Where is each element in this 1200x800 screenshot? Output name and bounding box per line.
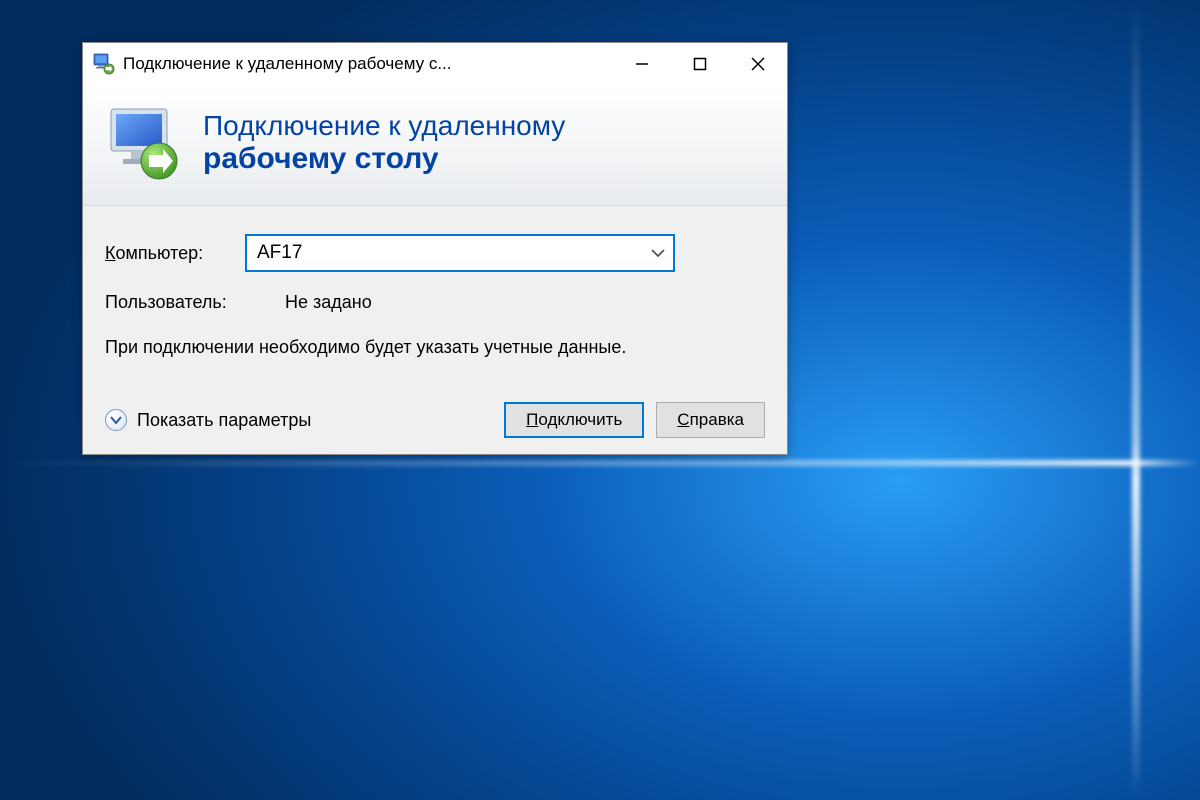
minimize-button[interactable] bbox=[613, 43, 671, 85]
titlebar[interactable]: Подключение к удаленному рабочему с... bbox=[83, 43, 787, 85]
chevron-down-icon[interactable] bbox=[643, 236, 673, 270]
maximize-button[interactable] bbox=[671, 43, 729, 85]
show-options-label: Показать параметры bbox=[137, 410, 311, 431]
header-line1: Подключение к удаленному bbox=[203, 110, 565, 142]
window-controls bbox=[613, 43, 787, 85]
app-icon bbox=[93, 53, 115, 75]
user-value: Не задано bbox=[285, 292, 372, 313]
user-label: Пользователь: bbox=[105, 292, 285, 313]
dialog-footer: Показать параметры Подключить Справка bbox=[105, 392, 765, 438]
header-text: Подключение к удаленному рабочему столу bbox=[203, 110, 565, 177]
show-options-link[interactable]: Показать параметры bbox=[105, 409, 311, 431]
computer-input[interactable] bbox=[245, 234, 675, 272]
computer-row: Компьютер: bbox=[105, 234, 765, 272]
header-band: Подключение к удаленному рабочему столу bbox=[83, 85, 787, 206]
computer-combobox[interactable] bbox=[245, 234, 675, 272]
window-title: Подключение к удаленному рабочему с... bbox=[123, 54, 613, 74]
rdp-dialog: Подключение к удаленному рабочему с... bbox=[82, 42, 788, 455]
rdp-header-icon bbox=[105, 103, 185, 183]
background-light bbox=[1132, 0, 1140, 800]
expand-down-icon bbox=[105, 409, 127, 431]
user-row: Пользователь: Не задано bbox=[105, 292, 765, 313]
connect-button[interactable]: Подключить bbox=[504, 402, 644, 438]
credentials-info: При подключении необходимо будет указать… bbox=[105, 335, 665, 360]
help-button[interactable]: Справка bbox=[656, 402, 765, 438]
background-light-horizontal bbox=[0, 460, 1200, 466]
close-button[interactable] bbox=[729, 43, 787, 85]
header-line2: рабочему столу bbox=[203, 142, 565, 177]
computer-label: Компьютер: bbox=[105, 243, 245, 264]
dialog-body: Компьютер: Пользователь: Не задано При п… bbox=[83, 206, 787, 454]
